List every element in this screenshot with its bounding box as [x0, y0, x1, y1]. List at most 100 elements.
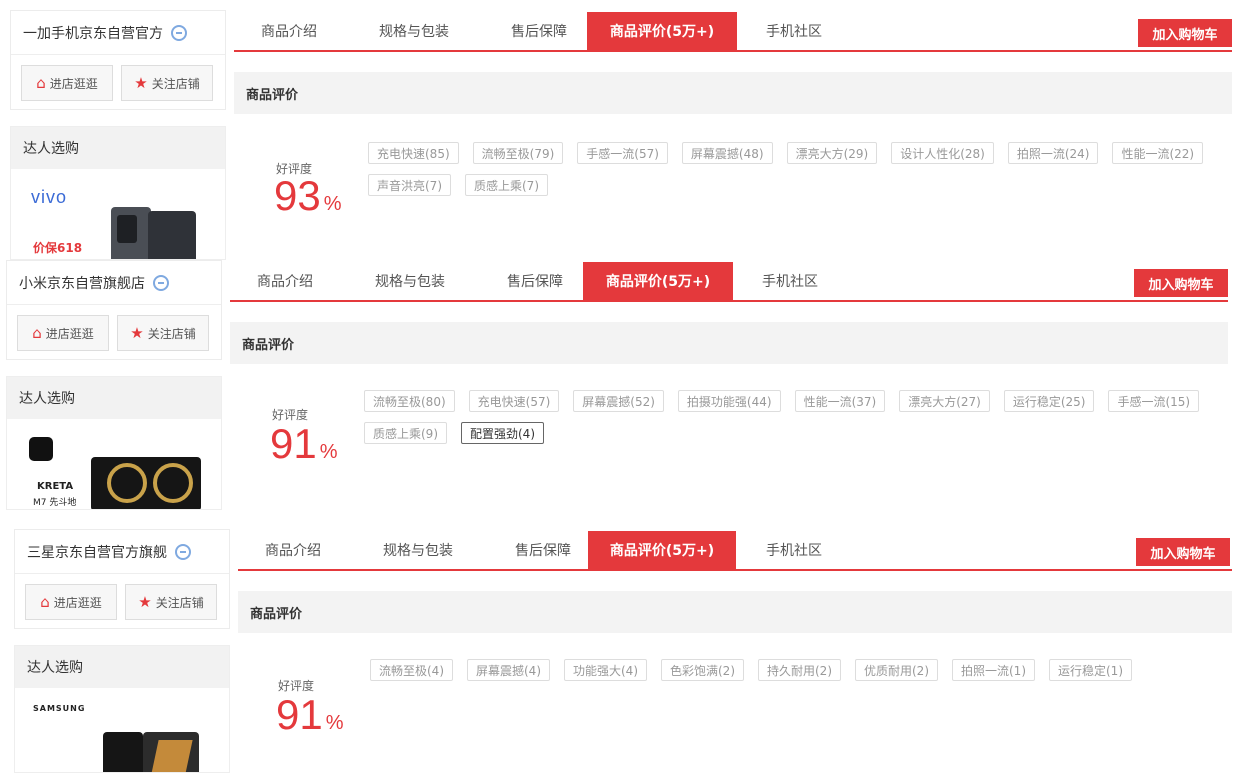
- shop-name-row: 小米京东自营旗舰店: [7, 261, 221, 305]
- daren-title: 达人选购: [11, 127, 225, 169]
- shop-info-box: 三星京东自营官方旗舰 ⌂ 进店逛逛 ★ 关注店铺: [14, 529, 230, 629]
- review-tag[interactable]: 流畅至极(79): [472, 142, 564, 164]
- daren-title: 达人选购: [15, 646, 229, 688]
- tab-service[interactable]: 售后保障: [480, 262, 590, 300]
- enter-shop-label: 进店逛逛: [49, 76, 98, 91]
- review-tag[interactable]: 充电快速(57): [468, 390, 560, 412]
- review-tag[interactable]: 流畅至极(4): [370, 659, 453, 681]
- review-tag[interactable]: 运行稳定(25): [1003, 390, 1095, 412]
- tab-reviews[interactable]: 商品评价(5万+): [587, 12, 737, 50]
- enter-shop-label: 进店逛逛: [53, 595, 102, 610]
- rate-value: 93%: [274, 172, 342, 220]
- phone-image-back: [148, 211, 196, 259]
- review-tag[interactable]: 设计人性化(28): [891, 142, 994, 164]
- tab-reviews[interactable]: 商品评价(5万+): [583, 262, 733, 300]
- tab-bar: 商品介绍 规格与包装 售后保障 商品评价(5万+) 手机社区 加入购物车: [230, 262, 1228, 302]
- shop-chat-icon[interactable]: [175, 543, 191, 560]
- star-icon: ★: [138, 593, 152, 611]
- shop-info-box: 一加手机京东自营官方 ⌂ 进店逛逛 ★ 关注店铺: [10, 10, 226, 110]
- review-tag[interactable]: 声音洪亮(7): [368, 174, 451, 196]
- review-tag[interactable]: 运行稳定(1): [1049, 659, 1132, 681]
- star-icon: ★: [130, 324, 144, 342]
- tab-reviews[interactable]: 商品评价(5万+): [588, 531, 736, 569]
- daren-product-image[interactable]: KRETA M7 先斗地: [7, 419, 221, 509]
- tab-community[interactable]: 手机社区: [740, 262, 840, 300]
- review-tag[interactable]: 手感一流(15): [1108, 390, 1200, 412]
- review-tag[interactable]: 性能一流(22): [1112, 142, 1204, 164]
- add-to-cart-button[interactable]: 加入购物车: [1138, 19, 1232, 47]
- tab-spec[interactable]: 规格与包装: [358, 531, 478, 569]
- review-tag[interactable]: 性能一流(37): [794, 390, 886, 412]
- rate-number: 91: [276, 691, 323, 738]
- promo-label: 价保618: [33, 241, 83, 255]
- tag-list: 流畅至极(80) 充电快速(57) 屏幕震撼(52) 拍摄功能强(44) 性能一…: [364, 390, 1234, 444]
- shop-name[interactable]: 三星京东自营官方旗舰: [27, 542, 167, 562]
- review-tag[interactable]: 屏幕震撼(4): [467, 659, 550, 681]
- daren-product-image[interactable]: vivo 价保618: [11, 169, 225, 259]
- follow-shop-button[interactable]: ★ 关注店铺: [125, 584, 217, 620]
- tab-community[interactable]: 手机社区: [744, 12, 844, 50]
- shop-chat-icon[interactable]: [171, 24, 187, 41]
- review-tag-selected[interactable]: 配置强劲(4): [461, 422, 544, 444]
- review-tag[interactable]: 漂亮大方(27): [899, 390, 990, 412]
- review-tag[interactable]: 漂亮大方(29): [786, 142, 878, 164]
- home-icon: ⌂: [36, 74, 46, 92]
- shop-name[interactable]: 小米京东自营旗舰店: [19, 273, 145, 293]
- tab-intro[interactable]: 商品介绍: [234, 12, 344, 50]
- review-tag[interactable]: 流畅至极(80): [364, 390, 455, 412]
- tab-spec[interactable]: 规格与包装: [354, 12, 474, 50]
- tab-intro[interactable]: 商品介绍: [230, 262, 340, 300]
- follow-shop-button[interactable]: ★ 关注店铺: [117, 315, 209, 351]
- review-tag[interactable]: 手感一流(57): [577, 142, 668, 164]
- add-to-cart-button[interactable]: 加入购物车: [1134, 269, 1228, 297]
- add-to-cart-button[interactable]: 加入购物车: [1136, 538, 1230, 566]
- tab-service[interactable]: 售后保障: [484, 12, 594, 50]
- follow-shop-label: 关注店铺: [155, 595, 204, 610]
- rate-value: 91%: [270, 420, 338, 468]
- follow-shop-label: 关注店铺: [151, 76, 200, 91]
- phone-image: [103, 732, 143, 772]
- enter-shop-button[interactable]: ⌂ 进店逛逛: [17, 315, 109, 351]
- review-tag[interactable]: 充电快速(85): [368, 142, 459, 164]
- review-tag[interactable]: 屏幕震撼(48): [681, 142, 773, 164]
- shop-name[interactable]: 一加手机京东自营官方: [23, 23, 163, 43]
- review-tag[interactable]: 功能强大(4): [564, 659, 647, 681]
- daren-product-image[interactable]: SAMSUNG: [15, 688, 229, 772]
- product-panel-samsung: 三星京东自营官方旗舰 ⌂ 进店逛逛 ★ 关注店铺 达人选购 SAMSUNG 商品…: [0, 527, 1238, 776]
- product-panel-oneplus: 一加手机京东自营官方 ⌂ 进店逛逛 ★ 关注店铺 达人选购 vivo 价保618…: [0, 8, 1238, 260]
- daren-box: 达人选购 vivo 价保618: [10, 126, 226, 260]
- promo-label: M7 先斗地: [33, 498, 77, 508]
- shop-name-row: 一加手机京东自营官方: [11, 11, 225, 55]
- review-tag[interactable]: 优质耐用(2): [855, 659, 938, 681]
- section-title: 商品评价: [234, 72, 1232, 114]
- tab-community[interactable]: 手机社区: [744, 531, 844, 569]
- tab-spec[interactable]: 规格与包装: [350, 262, 470, 300]
- follow-shop-button[interactable]: ★ 关注店铺: [121, 65, 213, 101]
- review-tag[interactable]: 质感上乘(7): [465, 174, 548, 196]
- enter-shop-button[interactable]: ⌂ 进店逛逛: [25, 584, 117, 620]
- review-tag[interactable]: 拍摄功能强(44): [677, 390, 781, 412]
- review-tag[interactable]: 拍照一流(1): [952, 659, 1035, 681]
- tab-intro[interactable]: 商品介绍: [238, 531, 348, 569]
- review-tag[interactable]: 拍照一流(24): [1007, 142, 1099, 164]
- review-tag[interactable]: 质感上乘(9): [364, 422, 447, 444]
- shop-chat-icon[interactable]: [153, 274, 169, 291]
- product-panel-xiaomi: 小米京东自营旗舰店 ⌂ 进店逛逛 ★ 关注店铺 达人选购 KRETA M7 先斗…: [0, 258, 1238, 510]
- shop-name-row: 三星京东自营官方旗舰: [15, 530, 229, 574]
- tab-service[interactable]: 售后保障: [488, 531, 598, 569]
- rate-number: 91: [270, 420, 317, 467]
- shop-info-box: 小米京东自营旗舰店 ⌂ 进店逛逛 ★ 关注店铺: [6, 260, 222, 360]
- review-tag[interactable]: 色彩饱满(2): [661, 659, 744, 681]
- review-tag[interactable]: 屏幕震撼(52): [573, 390, 664, 412]
- tab-bar: 商品介绍 规格与包装 售后保障 商品评价(5万+) 手机社区 加入购物车: [238, 531, 1232, 571]
- tag-list: 流畅至极(4) 屏幕震撼(4) 功能强大(4) 色彩饱满(2) 持久耐用(2) …: [370, 659, 1230, 681]
- screen-accent: [151, 740, 193, 772]
- enter-shop-button[interactable]: ⌂ 进店逛逛: [21, 65, 113, 101]
- camera-ring-back: [153, 463, 193, 503]
- review-tag[interactable]: 持久耐用(2): [758, 659, 841, 681]
- section-title: 商品评价: [238, 591, 1232, 633]
- tab-bar: 商品介绍 规格与包装 售后保障 商品评价(5万+) 手机社区 加入购物车: [234, 12, 1232, 52]
- home-icon: ⌂: [40, 593, 50, 611]
- section-title: 商品评价: [230, 322, 1228, 364]
- rate-unit: %: [319, 441, 338, 463]
